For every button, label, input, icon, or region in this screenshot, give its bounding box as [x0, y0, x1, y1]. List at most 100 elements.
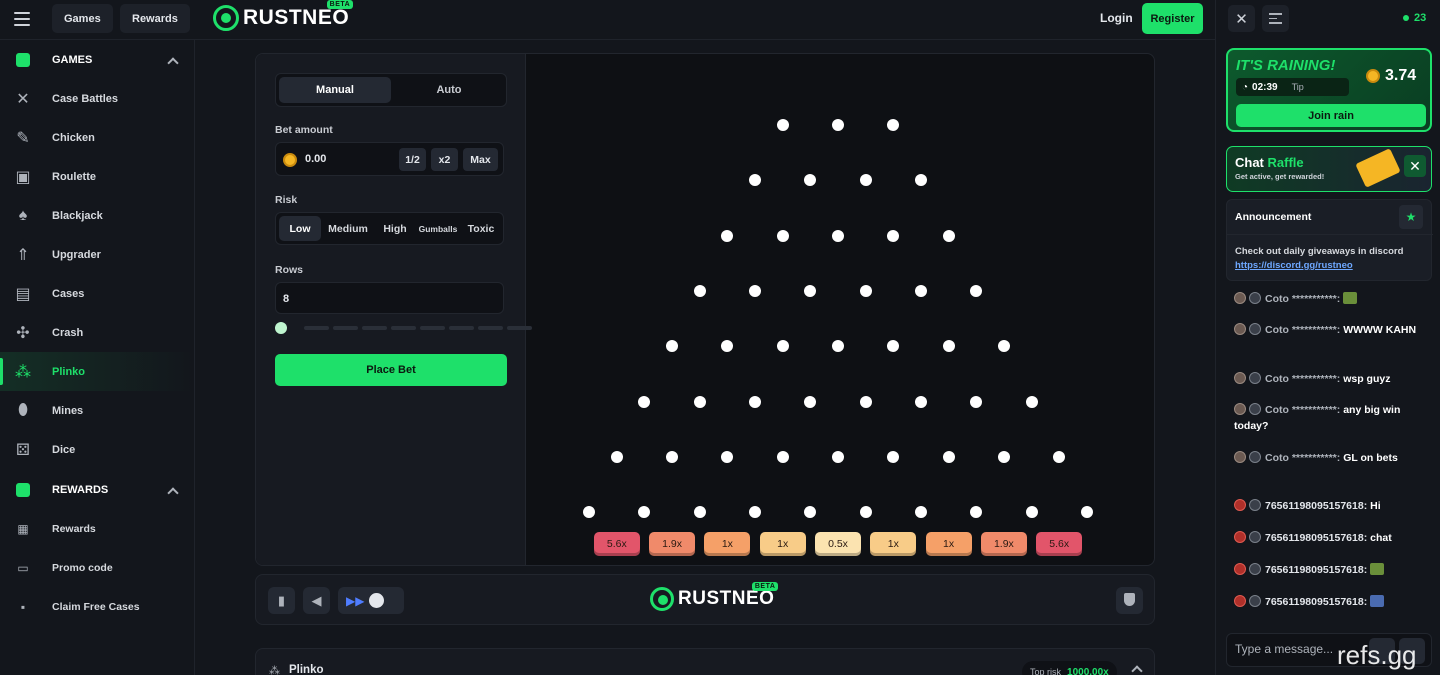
peg	[970, 395, 983, 408]
sidebar-item-case-battles[interactable]: ✕ Case Battles	[0, 79, 195, 118]
double-bet-button[interactable]: x2	[431, 148, 458, 171]
peg	[583, 506, 596, 519]
sidebar-item-roulette[interactable]: ▣ Roulette	[0, 157, 195, 196]
sidebar-item-dice[interactable]: ⚄ Dice	[0, 430, 195, 469]
logo-text: RUSTNEO	[678, 588, 775, 609]
chevron-up-icon[interactable]	[167, 487, 179, 499]
login-button[interactable]: Login	[1100, 11, 1133, 25]
slider-segment[interactable]	[333, 326, 358, 330]
peg	[942, 229, 955, 242]
fast-mode-toggle[interactable]: ▶▶	[338, 587, 404, 614]
peg	[1053, 450, 1066, 463]
sidebar-item-label: Rewards	[52, 522, 96, 535]
peg	[832, 450, 844, 463]
chat-username[interactable]: Coto ***********:	[1265, 404, 1340, 416]
drone-icon: ✣	[16, 324, 30, 342]
sidebar-item-blackjack[interactable]: ♠ Blackjack	[0, 196, 195, 235]
sidebar-item-cases[interactable]: ▤ Cases	[0, 274, 195, 313]
avatar	[1234, 595, 1246, 607]
peg	[1080, 506, 1093, 519]
gift-icon	[16, 483, 30, 497]
logo[interactable]: RUSTNEO BETA	[213, 0, 354, 31]
tab-games[interactable]: Games	[52, 4, 113, 33]
register-button[interactable]: Register	[1142, 3, 1203, 34]
chat-text: WWWW KAHN	[1343, 324, 1417, 336]
slider-segment[interactable]	[449, 326, 474, 330]
chat-username[interactable]: 76561198095157618:	[1265, 596, 1367, 608]
sidebar-item-plinko[interactable]: ⁂ Plinko	[0, 352, 195, 391]
rows-input[interactable]: 8	[275, 282, 504, 314]
bet-amount-field[interactable]: 0.00 1/2 x2 Max	[275, 142, 504, 176]
place-bet-button[interactable]: Place Bet	[275, 354, 507, 386]
chat-username[interactable]: Coto ***********:	[1265, 452, 1340, 464]
star-icon[interactable]: ★	[1399, 205, 1423, 229]
close-icon[interactable]: ✕	[1228, 5, 1255, 32]
chat-message: 76561198095157618:	[1234, 562, 1430, 578]
risk-medium[interactable]: Medium	[324, 216, 372, 241]
chat-username[interactable]: Coto ***********:	[1265, 373, 1340, 385]
ticket-icon: ▭	[17, 560, 29, 575]
toggle-knob[interactable]	[369, 593, 384, 608]
multiplier-bucket: 1x	[704, 532, 751, 557]
tab-rewards[interactable]: Rewards	[120, 4, 190, 33]
emote-icon	[1370, 563, 1385, 575]
sidebar-item-mines[interactable]: ⬮ Mines	[0, 391, 195, 430]
rain-amount-value: 3.74	[1385, 67, 1417, 84]
sidebar-item-upgrader[interactable]: ⇑ Upgrader	[0, 235, 195, 274]
risk-high[interactable]: High	[376, 216, 414, 241]
bet-amount-value[interactable]: 0.00	[305, 153, 326, 165]
close-icon[interactable]: ✕	[1404, 155, 1426, 177]
announcement-link[interactable]: https://discord.gg/rustneo	[1235, 260, 1353, 271]
slider-segment[interactable]	[362, 326, 387, 330]
peg	[721, 340, 734, 353]
slider-handle[interactable]	[275, 322, 287, 334]
slider-segment[interactable]	[478, 326, 503, 330]
peg	[942, 450, 955, 463]
chat-username[interactable]: 76561198095157618:	[1265, 564, 1367, 576]
online-count: 23	[1403, 12, 1426, 24]
chevron-up-icon[interactable]	[167, 57, 179, 69]
tip-button[interactable]: Tip	[1292, 82, 1304, 92]
game-info-card[interactable]: ⁂ Plinko Top risk 1000.00x	[255, 648, 1155, 675]
sound-icon[interactable]: ◀	[303, 587, 330, 614]
slider-segment[interactable]	[304, 326, 329, 330]
peg	[1025, 395, 1038, 408]
chat-username[interactable]: 76561198095157618:	[1265, 532, 1367, 544]
half-bet-button[interactable]: 1/2	[399, 148, 426, 171]
list-icon[interactable]	[1262, 5, 1289, 32]
games-section-title: GAMES	[52, 54, 93, 66]
sidebar-item-promo-code[interactable]: ▭ Promo code	[0, 548, 195, 587]
chat-header: ✕ 23	[1216, 0, 1440, 40]
risk-toxic[interactable]: Toxic	[462, 216, 500, 241]
chevron-up-icon[interactable]	[1131, 665, 1143, 675]
games-section-header[interactable]: GAMES	[0, 41, 195, 79]
menu-icon[interactable]	[12, 10, 32, 28]
multiplier-bucket: 1x	[759, 532, 806, 557]
peg	[638, 395, 651, 408]
tab-manual[interactable]: Manual	[279, 77, 391, 103]
rewards-section-header[interactable]: REWARDS	[0, 471, 195, 509]
avatar	[1234, 323, 1246, 335]
risk-gumballs[interactable]: Gumballs	[416, 216, 460, 241]
sidebar-item-crash[interactable]: ✣ Crash	[0, 313, 195, 352]
chat-message: 76561198095157618: Hi	[1234, 498, 1430, 514]
sidebar-item-claim-free-cases[interactable]: ▪ Claim Free Cases	[0, 587, 195, 626]
risk-low[interactable]: Low	[279, 216, 321, 241]
slider-segment[interactable]	[391, 326, 416, 330]
chat-raffle-banner[interactable]: Chat Raffle Get active, get rewarded! ✕	[1226, 146, 1432, 192]
sidebar-item-chicken[interactable]: ✎ Chicken	[0, 118, 195, 157]
stats-icon[interactable]: ▮	[268, 587, 295, 614]
max-bet-button[interactable]: Max	[463, 148, 498, 171]
join-rain-button[interactable]: Join rain	[1236, 104, 1426, 127]
sidebar-item-rewards[interactable]: ▦ Rewards	[0, 509, 195, 548]
sidebar-item-label: Blackjack	[52, 209, 103, 222]
tab-auto[interactable]: Auto	[393, 77, 505, 103]
peg	[859, 284, 872, 297]
chat-username[interactable]: 76561198095157618:	[1265, 500, 1367, 512]
peg	[749, 174, 762, 187]
chat-username[interactable]: Coto ***********:	[1265, 324, 1340, 336]
fairness-shield-icon[interactable]	[1116, 587, 1143, 614]
rows-slider[interactable]	[275, 322, 532, 334]
chat-username[interactable]: Coto ***********:	[1265, 293, 1340, 305]
slider-segment[interactable]	[420, 326, 445, 330]
